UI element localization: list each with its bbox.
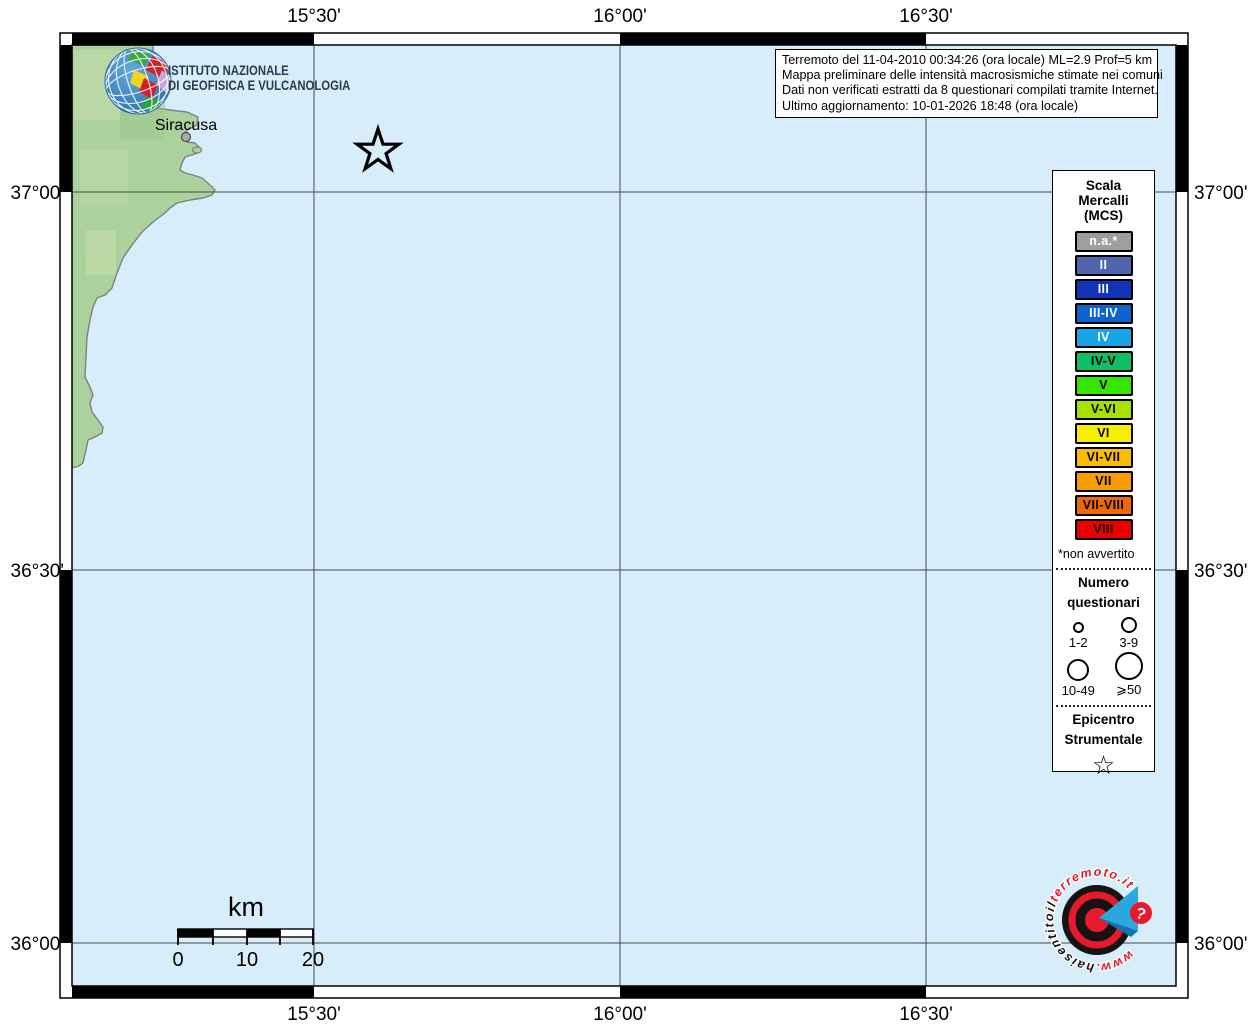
lon-label-top: 15°30' [287,6,341,27]
lon-label-top: 16°30' [899,6,953,27]
questionnaire-class-label: 1-2 [1068,635,1088,650]
legend-title-line: (MCS) [1084,208,1123,223]
questionnaire-class: 1-2 [1053,617,1104,650]
lat-label-right: 36°00' [1194,934,1248,955]
legend-divider [1056,568,1151,570]
questionnaire-class: 3-9 [1104,617,1155,650]
legend-footnote: *non avvertito [1058,547,1135,561]
info-line-map-type: Mappa preliminare delle intensità macros… [782,68,1163,83]
legend-title-line: Scala [1085,178,1122,193]
questionnaire-class-label: ⩾50 [1116,682,1142,697]
lat-label-left: 36°00' [11,934,65,955]
legend-panel: Scala Mercalli (MCS) n.a.* II III III-IV… [1052,170,1155,780]
intensity-swatch: V [1074,375,1133,396]
info-line-data-source: Dati non verificati estratti da 8 questi… [782,83,1158,98]
questionnaire-class: ⩾50 [1104,652,1155,698]
questionnaire-class-label: 10-49 [1061,683,1095,698]
intensity-swatch: II [1074,255,1133,276]
earthquake-info-box: Terremoto del 11-04-2010 00:34:26 (ora l… [775,49,1163,118]
legend-title: Scala Mercalli (MCS) [1053,178,1154,223]
intensity-swatch: V-VI [1074,399,1133,420]
scale-tick-label: 0 [172,949,183,971]
intensity-swatch: VII-VIII [1074,495,1133,516]
lat-label-left: 36°30' [11,561,65,582]
lon-label-bottom: 16°00' [593,1004,647,1024]
lat-label-right: 36°30' [1194,561,1248,582]
lon-label-bottom: 16°30' [899,1004,953,1024]
scale-tick-label: 10 [236,949,258,971]
intensity-swatch: IV [1074,327,1133,348]
questionnaire-class-label: 3-9 [1119,635,1139,650]
scale-tick-label: 20 [302,949,324,971]
intensity-swatch: n.a.* [1074,231,1133,252]
questionnaire-circle-icon [1114,652,1143,680]
intensity-swatch: VI-VII [1074,447,1133,468]
intensity-swatch: VII [1074,471,1133,492]
questionnaire-size-legend: 1-2 3-9 10-49 ⩾50 [1053,617,1154,698]
ingv-name-line1: ISTITUTO NAZIONALE [168,63,289,78]
legend-divider [1056,705,1151,707]
info-line-event: Terremoto del 11-04-2010 00:34:26 (ora l… [782,53,1153,67]
questionnaire-title-line: Numero [1077,575,1129,590]
sea-area [72,45,1176,986]
intensity-swatch: VIII [1074,519,1133,540]
info-line-updated: Ultimo aggiornamento: 10-01-2026 18:48 (… [782,98,1079,113]
epicenter-star-icon: ☆ [1091,751,1116,781]
epicenter-title-line: Epicentro [1072,712,1135,727]
intensity-scale: n.a.* II III III-IV IV IV-V V V-VI VI VI… [1053,231,1154,540]
epicenter-title-line: Strumentale [1064,732,1143,747]
questionnaire-circle-icon [1072,622,1084,633]
questionnaire-class: 10-49 [1053,652,1104,698]
intensity-swatch: III [1074,279,1133,300]
legend-title-line: Mercalli [1078,193,1129,208]
questionnaire-legend-title: Numero questionari [1053,573,1154,613]
lat-label-right: 37°00' [1194,183,1248,204]
questionnaire-circle-icon [1120,617,1137,633]
questionnaire-circle-icon [1067,659,1090,681]
city-label-siracusa: Siracusa [155,117,217,134]
ingv-wordmark: ISTITUTO NAZIONALE DI GEOFISICA E VULCAN… [168,63,386,93]
ingv-name-line2: DI GEOFISICA E VULCANOLOGIA [168,77,351,93]
intensity-swatch: III-IV [1074,303,1133,324]
lon-label-top: 16°00' [593,6,647,27]
intensity-swatch: IV-V [1074,351,1133,372]
islet [191,146,203,154]
scale-bar-unit: km [228,892,264,922]
intensity-swatch: VI [1074,423,1133,444]
macroseismic-map-page: 15°30' 16°00' 16°30' 15°30' 16°00' 16°30… [0,0,1255,1024]
lat-label-left: 37°00' [11,183,65,204]
lon-label-bottom: 15°30' [287,1004,341,1024]
epicenter-legend-title: Epicentro Strumentale [1053,710,1154,750]
questionnaire-title-line: questionari [1067,595,1140,610]
